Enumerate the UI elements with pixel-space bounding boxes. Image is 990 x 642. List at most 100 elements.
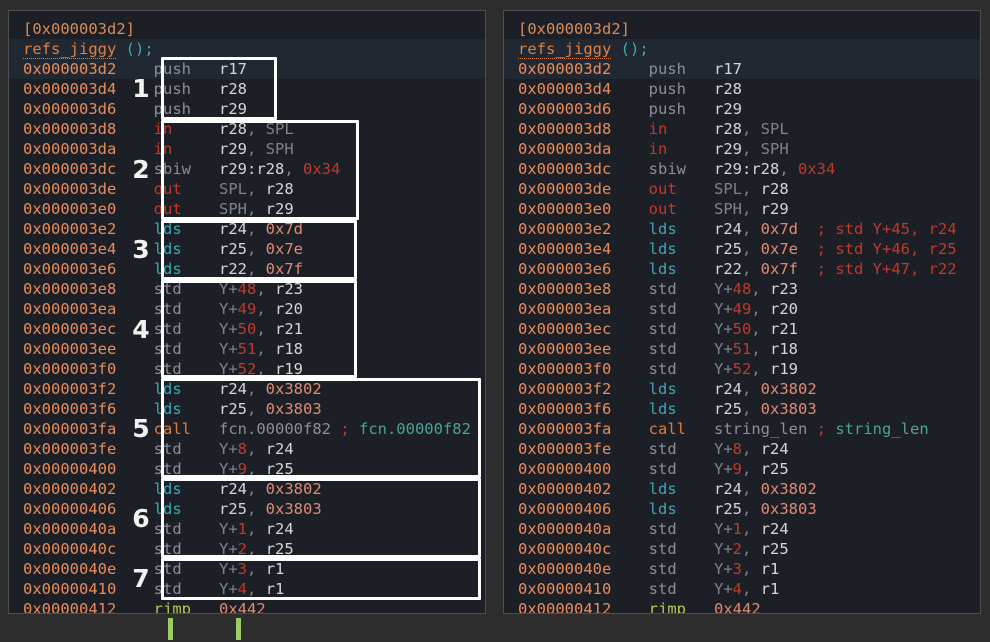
disassembly-row[interactable]: 0x00000410 std Y+4, r1	[9, 579, 485, 599]
disassembly-row[interactable]: 0x000003f0 std Y+52, r19	[504, 359, 980, 379]
disassembly-row[interactable]: 0x000003e4 lds r25, 0x7e	[9, 239, 485, 259]
disassembly-row[interactable]: 0x0000040c std Y+2, r25	[9, 539, 485, 559]
disassembly-row[interactable]: 0x0000040e std Y+3, r1	[504, 559, 980, 579]
operand-gap	[200, 159, 219, 179]
function-name[interactable]: refs_jiggy	[518, 40, 612, 59]
function-name[interactable]: refs_jiggy	[23, 40, 117, 59]
instruction-address: 0x000003ee	[518, 340, 612, 358]
disassembly-row[interactable]: 0x000003f0 std Y+52, r19	[9, 359, 485, 379]
function-signature: ();	[611, 40, 649, 58]
disassembly-row[interactable]: 0x000003ea std Y+49, r20	[9, 299, 485, 319]
disassembly-row[interactable]: 0x000003d8 in r28, SPL	[9, 119, 485, 139]
instruction-address: 0x000003ee	[23, 340, 117, 358]
instruction-mnemonic: std	[648, 340, 696, 358]
instruction-operand-1: ,	[247, 200, 266, 218]
disassembly-row[interactable]: 0x000003d8 in r28, SPL	[504, 119, 980, 139]
instruction-operand-0: Y+	[714, 520, 733, 538]
disassembly-panel-right[interactable]: [0x000003d2] refs_jiggy (); 0x000003d2 pus…	[503, 10, 981, 614]
disassembly-row[interactable]: 0x000003e2 lds r24, 0x7d	[9, 219, 485, 239]
instruction-mnemonic: std	[648, 320, 696, 338]
disassembly-row[interactable]: 0x000003e6 lds r22, 0x7f	[9, 259, 485, 279]
instruction-operand-1: ,	[742, 240, 761, 258]
disassembly-panel-left[interactable]: [0x000003d2] refs_jiggy (); 0x000003d2 pus…	[8, 10, 486, 614]
disassembly-row[interactable]: 0x000003d2 push r17	[504, 59, 980, 79]
instruction-operand-1: 48	[732, 280, 752, 298]
disassembly-row[interactable]: 0x000003ec std Y+50, r21	[9, 319, 485, 339]
disassembly-row[interactable]: 0x000003ee std Y+51, r18	[504, 339, 980, 359]
disassembly-row[interactable]: 0x000003e6 lds r22, 0x7f ; std Y+47, r22	[504, 259, 980, 279]
disassembly-row[interactable]: 0x00000410 std Y+4, r1	[504, 579, 980, 599]
disassembly-row[interactable]: 0x00000400 std Y+9, r25	[504, 459, 980, 479]
instruction-operand-2: ,	[256, 300, 276, 318]
operand-gap	[200, 599, 219, 613]
disassembly-row[interactable]: 0x0000040c std Y+2, r25	[504, 539, 980, 559]
disassembly-row[interactable]: 0x000003dc sbiw r29:r28, 0x34	[9, 159, 485, 179]
disassembly-row[interactable]: 0x000003d6 push r29	[504, 99, 980, 119]
disassembly-row[interactable]: 0x000003f2 lds r24, 0x3802	[9, 379, 485, 399]
instruction-operand-1: 8	[237, 440, 248, 458]
instruction-operand-2: 0x3803	[265, 400, 322, 418]
disassembly-row[interactable]: 0x000003da in r29, SPH	[9, 139, 485, 159]
instruction-operand-0: SPL	[219, 180, 247, 198]
disassembly-row[interactable]: 0x000003e0 out SPH, r29	[504, 199, 980, 219]
operand-gap	[695, 239, 714, 259]
instruction-operand-0: Y+	[714, 280, 733, 298]
instruction-operand-2: 0x3802	[265, 380, 322, 398]
disassembly-row[interactable]: 0x000003d6 push r29	[9, 99, 485, 119]
instruction-operand-2: ,	[742, 460, 761, 478]
disassembly-row[interactable]: 0x000003fa call fcn.00000f82 ; fcn.00000…	[9, 419, 485, 439]
disassembly-row[interactable]: 0x00000406 lds r25, 0x3803	[504, 499, 980, 519]
disassembly-row[interactable]: 0x000003ea std Y+49, r20	[504, 299, 980, 319]
disassembly-row[interactable]: 0x0000040a std Y+1, r24	[9, 519, 485, 539]
instruction-mnemonic: call	[648, 420, 696, 438]
disassembly-row[interactable]: 0x000003f2 lds r24, 0x3802	[504, 379, 980, 399]
disassembly-row[interactable]: 0x000003de out SPL, r28	[9, 179, 485, 199]
column-gap	[611, 99, 648, 119]
operand-gap	[200, 339, 219, 359]
instruction-mnemonic: in	[648, 140, 696, 158]
disassembly-row[interactable]: 0x000003fe std Y+8, r24	[9, 439, 485, 459]
instruction-operand-0: r25	[219, 240, 247, 258]
instruction-address: 0x000003fa	[518, 420, 612, 438]
disassembly-row[interactable]: 0x000003f6 lds r25, 0x3803	[504, 399, 980, 419]
column-gap	[611, 399, 648, 419]
disassembly-row[interactable]: 0x000003e0 out SPH, r29	[9, 199, 485, 219]
operand-gap	[695, 199, 714, 219]
disassembly-row[interactable]: 0x000003fe std Y+8, r24	[504, 439, 980, 459]
disassembly-row[interactable]: 0x000003dc sbiw r29:r28, 0x34	[504, 159, 980, 179]
disassembly-row[interactable]: 0x0000040a std Y+1, r24	[504, 519, 980, 539]
instruction-mnemonic: std	[153, 540, 201, 558]
disassembly-row[interactable]: 0x0000040e std Y+3, r1	[9, 559, 485, 579]
instruction-address: 0x00000400	[23, 460, 117, 478]
disassembly-row[interactable]: 0x000003de out SPL, r28	[504, 179, 980, 199]
instruction-mnemonic: lds	[648, 260, 696, 278]
disassembly-row[interactable]: 0x000003d4 push r28	[9, 79, 485, 99]
instruction-address: 0x000003e0	[518, 200, 612, 218]
disassembly-row[interactable]: 0x000003ec std Y+50, r21	[504, 319, 980, 339]
disassembly-row[interactable]: 0x000003e2 lds r24, 0x7d ; std Y+45, r24	[504, 219, 980, 239]
disassembly-row[interactable]: 0x000003e8 std Y+48, r23	[504, 279, 980, 299]
disassembly-row[interactable]: 0x00000412 rjmp 0x442	[504, 599, 980, 613]
disassembly-row[interactable]: 0x00000406 lds r25, 0x3803	[9, 499, 485, 519]
disassembly-row[interactable]: 0x00000400 std Y+9, r25	[9, 459, 485, 479]
disassembly-row[interactable]: 0x00000402 lds r24, 0x3802	[504, 479, 980, 499]
instruction-operand-3: r1	[760, 560, 780, 578]
disassembly-row[interactable]: 0x000003e8 std Y+48, r23	[9, 279, 485, 299]
instruction-operand-0: r24	[219, 480, 247, 498]
disassembly-row[interactable]: 0x000003e4 lds r25, 0x7e ; std Y+46, r25	[504, 239, 980, 259]
instruction-operand-0: Y+	[219, 580, 238, 598]
instruction-operand-3: r24	[760, 440, 789, 458]
instruction-address: 0x00000406	[518, 500, 612, 518]
instruction-address: 0x0000040c	[23, 540, 117, 558]
disassembly-row[interactable]: 0x00000412 rjmp 0x442	[9, 599, 485, 613]
instruction-operand-1: ,	[742, 120, 761, 138]
disassembly-row[interactable]: 0x000003d4 push r28	[504, 79, 980, 99]
disassembly-row[interactable]: 0x000003f6 lds r25, 0x3803	[9, 399, 485, 419]
disassembly-row[interactable]: 0x000003d2 push r17	[9, 59, 485, 79]
disassembly-row[interactable]: 0x000003fa call string_len ; string_len	[504, 419, 980, 439]
disassembly-row[interactable]: 0x000003da in r29, SPH	[504, 139, 980, 159]
instruction-address: 0x000003e4	[518, 240, 612, 258]
disassembly-row[interactable]: 0x000003ee std Y+51, r18	[9, 339, 485, 359]
instruction-operand-1: ,	[779, 160, 798, 178]
disassembly-row[interactable]: 0x00000402 lds r24, 0x3802	[9, 479, 485, 499]
